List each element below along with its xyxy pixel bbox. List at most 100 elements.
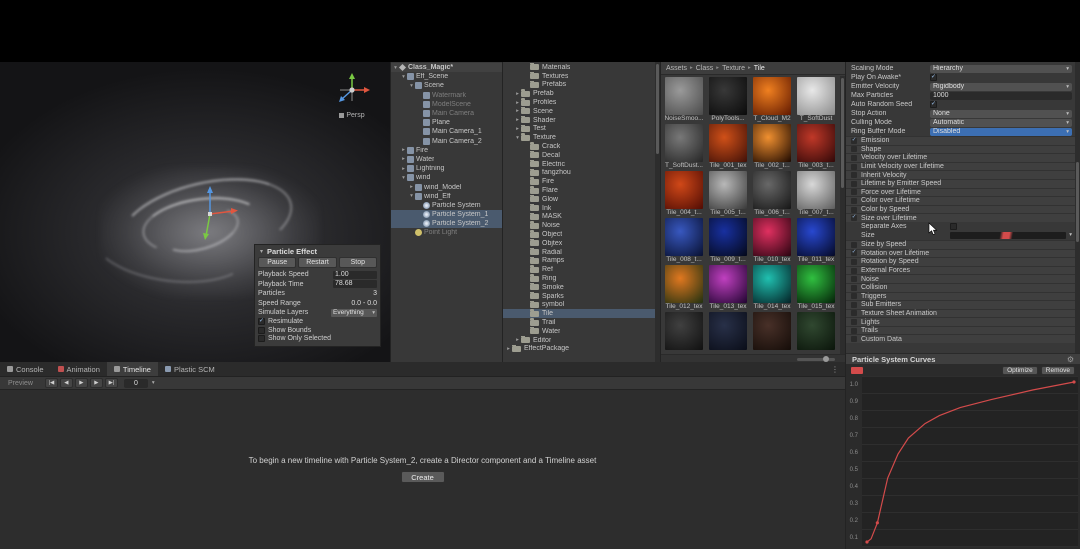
tab-console[interactable]: Console (0, 362, 51, 376)
hierarchy-item[interactable]: Watermark (391, 91, 502, 100)
expand-arrow-icon[interactable]: ▸ (514, 100, 521, 106)
asset-item[interactable]: T_Cloud_M2 (750, 76, 794, 123)
module-header[interactable]: ✓Size over Lifetime (846, 213, 1080, 222)
breadcrumb-item[interactable]: Class (696, 65, 714, 72)
module-header[interactable]: Texture Sheet Animation (846, 309, 1080, 318)
project-folder[interactable]: Electric (503, 160, 660, 169)
project-folder[interactable]: ▸Scene (503, 107, 660, 116)
goto-end-button[interactable]: ▶| (105, 378, 118, 388)
size-curve-field[interactable] (950, 232, 1066, 239)
hierarchy-item[interactable]: ▾Class_Magic* (391, 63, 502, 72)
project-folder[interactable]: Objtex (503, 239, 660, 248)
property-dropdown[interactable]: Rigidbody▾ (930, 83, 1072, 91)
stop-button[interactable]: Stop (339, 257, 377, 268)
asset-item[interactable]: Tile_013_tex (706, 264, 750, 311)
curve-options-gear-icon[interactable]: ⚙ (1067, 355, 1074, 364)
asset-item[interactable]: Tile_008_t... (662, 217, 706, 264)
property-dropdown[interactable]: Disabled▾ (930, 128, 1072, 136)
expand-arrow-icon[interactable]: ▾ (408, 193, 415, 199)
expand-arrow-icon[interactable]: ▸ (400, 156, 407, 162)
module-checkbox[interactable] (851, 164, 857, 170)
chevron-down-icon[interactable]: ▾ (1069, 232, 1072, 238)
project-folder[interactable]: symbol (503, 301, 660, 310)
hierarchy-item[interactable]: ▸Lightning (391, 164, 502, 173)
module-checkbox[interactable] (851, 181, 857, 187)
curve-key-point[interactable] (876, 521, 879, 524)
project-folder[interactable]: ▸Profiles (503, 98, 660, 107)
tab-animation[interactable]: Animation (51, 362, 107, 376)
module-checkbox[interactable] (851, 155, 857, 161)
module-header[interactable]: Trails (846, 326, 1080, 335)
asset-item[interactable]: Tile_001_tex (706, 123, 750, 170)
breadcrumb-item[interactable]: Tile (754, 65, 765, 72)
project-folder[interactable]: ▸Shader (503, 116, 660, 125)
hierarchy-item[interactable]: Particle System_1 (391, 210, 502, 219)
create-button[interactable]: Create (401, 471, 445, 483)
hierarchy-item[interactable]: ▾Scene (391, 81, 502, 90)
module-checkbox[interactable]: ✓ (851, 250, 857, 256)
project-folder[interactable]: Materials (503, 63, 660, 72)
field-value[interactable]: 78.68 (333, 280, 377, 288)
hierarchy-item[interactable]: Particle System (391, 201, 502, 210)
curve-key-point[interactable] (1072, 380, 1075, 383)
checkbox[interactable]: ✓ (258, 318, 265, 325)
field-value[interactable]: 1.00 (333, 271, 377, 279)
module-checkbox[interactable] (851, 146, 857, 152)
project-folder[interactable]: Fire (503, 177, 660, 186)
module-checkbox[interactable]: ✓ (851, 138, 857, 144)
module-header[interactable]: Size by Speed (846, 240, 1080, 249)
prev-frame-button[interactable]: ◀ (60, 378, 73, 388)
projection-mode[interactable]: Persp (330, 112, 374, 119)
property-dropdown[interactable]: None▾ (930, 110, 1072, 118)
project-folder[interactable]: Water (503, 327, 660, 336)
checkbox[interactable] (258, 327, 265, 334)
project-folder[interactable]: Textures (503, 72, 660, 81)
asset-item[interactable]: Tile_002_t... (750, 123, 794, 170)
particle-toggle[interactable]: Show Bounds (258, 326, 377, 335)
module-checkbox[interactable] (851, 319, 857, 325)
project-folder[interactable]: Ink (503, 204, 660, 213)
module-checkbox[interactable] (851, 302, 857, 308)
curve-key-point[interactable] (865, 540, 868, 543)
checkbox[interactable] (258, 335, 265, 342)
project-folder[interactable]: Ramps (503, 257, 660, 266)
module-checkbox[interactable] (851, 276, 857, 282)
expand-arrow-icon[interactable]: ▸ (408, 184, 415, 190)
project-folder[interactable]: Ref (503, 265, 660, 274)
hierarchy-item[interactable]: ▸Water (391, 155, 502, 164)
breadcrumb-item[interactable]: Texture (722, 65, 745, 72)
module-checkbox[interactable] (851, 336, 857, 342)
property-dropdown[interactable]: Hierarchy▾ (930, 65, 1072, 73)
module-header[interactable]: ✓Emission (846, 136, 1080, 145)
module-header[interactable]: Inherit Velocity (846, 170, 1080, 179)
module-checkbox[interactable] (851, 268, 857, 274)
project-folder[interactable]: Trail (503, 318, 660, 327)
asset-item[interactable] (662, 311, 706, 354)
asset-item[interactable]: T_SoftDust (794, 76, 838, 123)
module-header[interactable]: Color over Lifetime (846, 196, 1080, 205)
module-header[interactable]: Collision (846, 283, 1080, 292)
transform-gizmo[interactable] (182, 182, 246, 254)
asset-item[interactable]: Tile_003_t... (794, 123, 838, 170)
panel-menu-icon[interactable]: ⋮ (825, 365, 845, 374)
hierarchy-item[interactable]: ▸Fire (391, 146, 502, 155)
module-header[interactable]: Triggers (846, 292, 1080, 301)
module-checkbox[interactable] (851, 293, 857, 299)
goto-start-button[interactable]: |◀ (45, 378, 58, 388)
asset-item[interactable]: Tile_004_t... (662, 170, 706, 217)
module-header[interactable]: External Forces (846, 266, 1080, 275)
module-header[interactable]: Shape (846, 145, 1080, 154)
remove-button[interactable]: Remove (1041, 366, 1075, 375)
module-header[interactable]: Lights (846, 317, 1080, 326)
project-folder[interactable]: Radial (503, 248, 660, 257)
module-checkbox[interactable] (851, 259, 857, 265)
hierarchy-item[interactable]: Main Camera_2 (391, 137, 502, 146)
frame-counter[interactable]: 0 (124, 379, 148, 388)
module-checkbox[interactable] (851, 189, 857, 195)
asset-item[interactable] (794, 311, 838, 354)
thumbnail-size-slider[interactable] (797, 358, 835, 361)
project-folder[interactable]: Sparks (503, 292, 660, 301)
project-folder[interactable]: ▸Editor (503, 336, 660, 345)
particle-panel-title[interactable]: ▾ Particle Effect (258, 246, 377, 256)
asset-item[interactable] (706, 311, 750, 354)
